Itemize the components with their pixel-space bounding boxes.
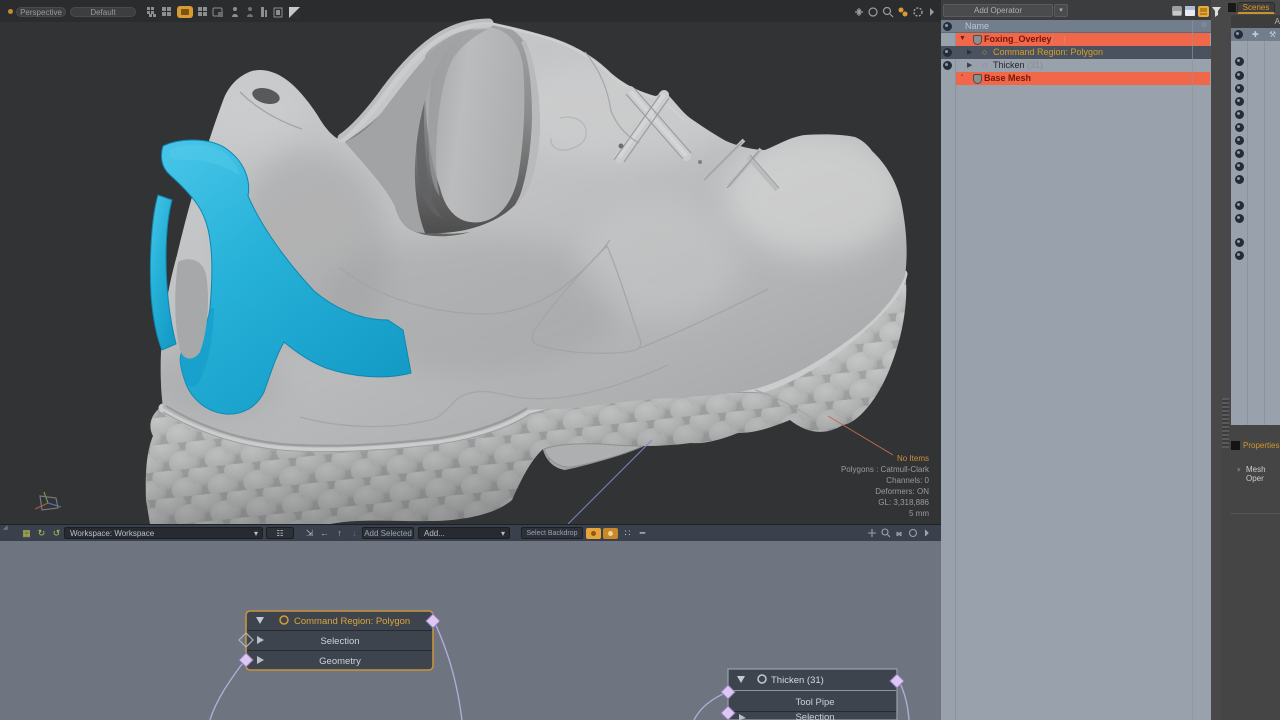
svg-text:Tool Pipe: Tool Pipe — [795, 697, 834, 708]
svg-text:5 mm: 5 mm — [909, 509, 929, 518]
svg-text:Geometry: Geometry — [319, 656, 361, 667]
svg-text:Polygons : Catmull-Clark: Polygons : Catmull-Clark — [841, 465, 930, 474]
svg-text:Selection: Selection — [795, 712, 834, 720]
svg-text:GL: 3,318,886: GL: 3,318,886 — [878, 498, 929, 507]
svg-text:No Items: No Items — [897, 454, 929, 463]
svg-text:Command Region: Polygon: Command Region: Polygon — [294, 616, 410, 627]
svg-text:Thicken (31): Thicken (31) — [771, 675, 824, 686]
svg-text:Selection: Selection — [320, 636, 359, 647]
svg-text:Deformers: ON: Deformers: ON — [875, 487, 929, 496]
svg-text:Channels: 0: Channels: 0 — [886, 476, 929, 485]
